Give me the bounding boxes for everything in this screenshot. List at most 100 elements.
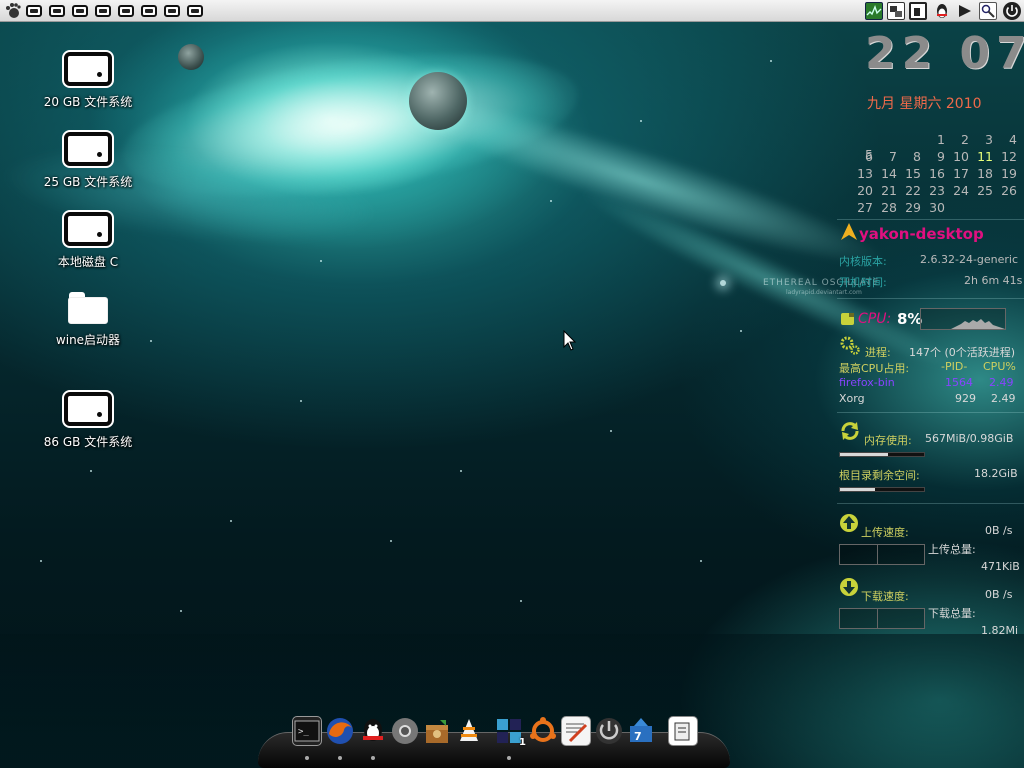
drive-icon <box>64 132 112 166</box>
divider <box>837 298 1024 299</box>
window-switcher-icon[interactable]: 1 <box>494 716 526 748</box>
kernel-value: 2.6.32-24-generic <box>920 253 1019 266</box>
conky-monitor: 22 07 九月 星期六 2010 1 2 3 45 6 7 8 9 10 11 12 13 14 1… <box>837 22 1024 637</box>
top-process-name: firefox-bin <box>839 376 895 389</box>
top-panel <box>0 0 1024 22</box>
window-list-button[interactable] <box>95 5 111 17</box>
desktop-icon-drive-86gb[interactable]: 86 GB 文件系统 <box>13 392 163 450</box>
divider <box>837 503 1024 504</box>
divider <box>837 412 1024 413</box>
memory-bar <box>839 452 925 457</box>
qq-icon[interactable] <box>358 716 388 746</box>
upload-arrow-icon <box>839 513 859 536</box>
display-icon[interactable] <box>909 2 927 20</box>
disk-bar <box>839 487 925 492</box>
calendar-week: 27 28 29 30 <box>857 200 945 215</box>
desktop-icon-drive-25gb[interactable]: 25 GB 文件系统 <box>13 132 163 190</box>
calendar-week: 6 7 8 9 10 11 12 <box>865 149 1017 164</box>
divider <box>837 219 1024 220</box>
desktop-icon-label: 25 GB 文件系统 <box>43 175 133 189</box>
update-badge: 7 <box>634 730 642 743</box>
upload-speed-label: 上传速度: <box>861 526 909 539</box>
desktop-icon-drive-20gb[interactable]: 20 GB 文件系统 <box>13 52 163 110</box>
desktop-icon-local-disk-c[interactable]: 本地磁盘 C <box>13 212 163 270</box>
volume-icon[interactable] <box>956 2 974 20</box>
window-list-button[interactable] <box>118 5 134 17</box>
disk-label: 根目录剩余空间: <box>839 469 920 482</box>
memory-value: 567MiB/0.98GiB <box>925 432 1014 445</box>
disk-value: 18.2GiB <box>974 467 1018 480</box>
drive-icon <box>64 212 112 246</box>
upload-total-value: 471KiB <box>981 560 1020 573</box>
desktop-icon-label: 86 GB 文件系统 <box>43 435 133 449</box>
arch-icon <box>839 222 859 245</box>
terminal-icon[interactable]: >_ <box>292 716 322 746</box>
upload-graph <box>839 544 925 565</box>
refresh-icon <box>839 420 861 445</box>
calendar-week: 13 14 15 16 17 18 19 <box>857 166 1017 181</box>
document-icon[interactable] <box>668 716 698 746</box>
date-text: 九月 星期六 2010 <box>867 96 982 112</box>
top-cpu-header: CPU% <box>983 360 1016 373</box>
top-process-cpu: 2.49 <box>991 392 1016 405</box>
cpu-graph <box>920 308 1006 330</box>
vlc-icon[interactable] <box>454 716 484 746</box>
gear-icon <box>839 335 861 360</box>
cpu-value: 8% <box>897 310 923 328</box>
window-list-button[interactable] <box>49 5 65 17</box>
gnome-foot-icon[interactable] <box>4 2 21 18</box>
package-icon[interactable] <box>422 716 452 746</box>
planet-large <box>409 72 467 130</box>
top-cpu-label: 最高CPU占用: <box>839 362 910 375</box>
system-monitor-icon[interactable] <box>865 2 883 20</box>
chrome-icon[interactable] <box>390 716 420 746</box>
download-graph <box>839 608 925 629</box>
window-list-button[interactable] <box>187 5 203 17</box>
top-process-name: Xorg <box>839 392 865 405</box>
memory-label: 内存使用: <box>864 434 912 447</box>
text-editor-icon[interactable] <box>561 716 591 746</box>
qq-icon[interactable] <box>933 2 951 20</box>
calendar-today: 11 <box>977 149 993 164</box>
cpu-icon <box>840 312 856 329</box>
upload-total-label: 上传总量: <box>928 543 976 556</box>
drive-icon <box>64 52 112 86</box>
window-list-button[interactable] <box>26 5 42 17</box>
update-icon[interactable]: 7 <box>626 716 656 746</box>
download-total-value: 1.82Mi <box>981 624 1019 637</box>
network-icon[interactable] <box>887 2 905 20</box>
desktop-icon-wine-launcher[interactable]: wine启动器 <box>13 292 163 348</box>
window-list-button[interactable] <box>72 5 88 17</box>
uptime-label: 开机时间: <box>839 276 887 289</box>
folder-icon <box>68 292 108 324</box>
desktop-icon-label: 20 GB 文件系统 <box>43 95 133 109</box>
process-label: 进程: <box>865 346 891 359</box>
window-list-button[interactable] <box>141 5 157 17</box>
desktop-icon-label: 本地磁盘 C <box>57 255 119 269</box>
top-process-pid: 1564 <box>945 376 973 389</box>
planet-small <box>178 44 204 70</box>
dock: >_ 1 7 <box>258 704 730 768</box>
svg-text:>_: >_ <box>298 727 309 737</box>
download-speed-value: 0B /s <box>985 588 1013 601</box>
power-icon[interactable] <box>594 716 624 746</box>
download-total-label: 下载总量: <box>928 607 976 620</box>
download-arrow-icon <box>839 577 859 600</box>
power-icon[interactable] <box>1003 2 1021 20</box>
top-process-cpu: 2.49 <box>989 376 1014 389</box>
cpu-label: CPU: <box>858 311 892 327</box>
ubuntu-icon[interactable] <box>528 716 558 746</box>
top-pid-header: -PID- <box>941 360 968 373</box>
process-value: 147个 (0个活跃进程) <box>909 346 1016 359</box>
window-list-button[interactable] <box>164 5 180 17</box>
drive-icon <box>64 392 112 426</box>
mouse-cursor <box>563 329 577 356</box>
upload-speed-value: 0B /s <box>985 524 1013 537</box>
clock-time: 22 07 <box>865 28 1024 79</box>
search-icon[interactable] <box>979 2 997 20</box>
workspace-badge: 1 <box>519 737 526 748</box>
calendar-week: 20 21 22 23 24 25 26 <box>857 183 1017 198</box>
uptime-value: 2h 6m 41s <box>964 274 1023 287</box>
download-speed-label: 下载速度: <box>861 590 909 603</box>
firefox-icon[interactable] <box>325 716 355 746</box>
